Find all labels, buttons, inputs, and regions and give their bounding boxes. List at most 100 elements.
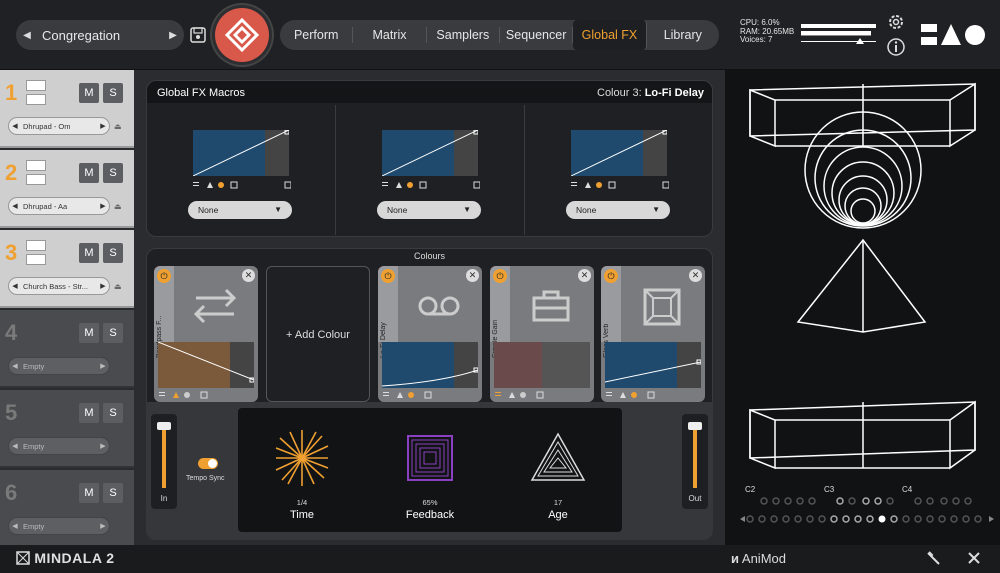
slot-2[interactable]: 2 M S ◀ Dhrupad - Aa ▶ ⏏ bbox=[0, 150, 134, 228]
mute-button[interactable]: M bbox=[79, 323, 99, 343]
app-brand: MINDALA 2 bbox=[16, 550, 115, 566]
power-icon[interactable]: ⏻ bbox=[157, 269, 171, 283]
macro-controls[interactable] bbox=[191, 180, 291, 190]
colour-card-simple-gain[interactable]: ⏻ Simple Gain ✕ bbox=[490, 266, 594, 402]
macro-curve-graph[interactable] bbox=[193, 130, 289, 176]
output-gain-slider[interactable]: Out bbox=[682, 414, 708, 509]
preset-prev-button[interactable]: ◀ bbox=[16, 30, 38, 41]
prev-sample-icon[interactable]: ◀ bbox=[9, 282, 21, 290]
eject-icon[interactable]: ⏏ bbox=[114, 282, 122, 291]
save-icon[interactable] bbox=[189, 25, 207, 45]
preset-next-button[interactable]: ▶ bbox=[162, 30, 184, 41]
macro-assign-dropdown[interactable]: None ▼ bbox=[377, 201, 481, 219]
info-icon[interactable] bbox=[886, 37, 906, 57]
macro-assign-dropdown[interactable]: None ▼ bbox=[566, 201, 670, 219]
colour-card-lofi-delay[interactable]: ⏻ Lo-Fi Delay ✕ bbox=[378, 266, 482, 402]
output-meter[interactable] bbox=[801, 24, 876, 46]
power-icon[interactable]: ⏻ bbox=[493, 269, 507, 283]
colour-curve-graph[interactable] bbox=[494, 342, 590, 388]
colour-card-bandpass[interactable]: ⏻ Bandpass F... ✕ bbox=[154, 266, 258, 402]
solo-button[interactable]: S bbox=[103, 323, 123, 343]
macro-assign-dropdown[interactable]: None ▼ bbox=[188, 201, 292, 219]
animod-brand[interactable]: ᴎ AniMod bbox=[731, 551, 786, 566]
solo-button[interactable]: S bbox=[103, 243, 123, 263]
next-sample-icon[interactable]: ▶ bbox=[97, 122, 109, 130]
mute-button[interactable]: M bbox=[79, 243, 99, 263]
sample-selector[interactable]: ◀ Dhrupad - Aa ▶ bbox=[8, 197, 110, 215]
colour-controls[interactable] bbox=[381, 390, 481, 400]
next-sample-icon[interactable]: ▶ bbox=[97, 442, 109, 450]
app-logo-button[interactable] bbox=[215, 8, 269, 62]
slot-6[interactable]: 6 M S ◀ Empty ▶ bbox=[0, 470, 134, 548]
colour-curve-graph[interactable] bbox=[158, 342, 254, 388]
slot-5[interactable]: 5 M S ◀ Empty ▶ bbox=[0, 390, 134, 468]
preset-selector[interactable]: ◀ Congregation ▶ bbox=[16, 20, 184, 50]
tab-samplers[interactable]: Samplers bbox=[427, 27, 500, 43]
animod-logo-icon: ᴎ bbox=[731, 551, 739, 566]
slot-1[interactable]: 1 M S ◀ Dhrupad - Om ▶ ⏏ bbox=[0, 70, 134, 148]
sample-selector[interactable]: ◀ Empty ▶ bbox=[8, 437, 110, 455]
prev-sample-icon[interactable]: ◀ bbox=[9, 122, 21, 130]
param-feedback[interactable]: 65% Feedback bbox=[366, 408, 494, 532]
solo-button[interactable]: S bbox=[103, 483, 123, 503]
slot-number: 1 bbox=[5, 80, 18, 105]
colour-curve-graph[interactable] bbox=[605, 342, 701, 388]
tools-icon[interactable] bbox=[966, 550, 982, 566]
eject-icon[interactable]: ⏏ bbox=[114, 122, 122, 131]
slider-knob[interactable] bbox=[157, 422, 171, 430]
slot-3[interactable]: 3 M S ◀ Church Bass - Str... ▶ ⏏ bbox=[0, 230, 134, 308]
prev-sample-icon[interactable]: ◀ bbox=[9, 362, 21, 370]
tab-matrix[interactable]: Matrix bbox=[353, 27, 427, 43]
wrench-icon[interactable] bbox=[926, 550, 942, 566]
wireframe-visualizer bbox=[749, 82, 976, 470]
colour-curve-graph[interactable] bbox=[382, 342, 478, 388]
sample-selector[interactable]: ◀ Empty ▶ bbox=[8, 357, 110, 375]
macro-curve-graph[interactable] bbox=[382, 130, 478, 176]
prev-sample-icon[interactable]: ◀ bbox=[9, 442, 21, 450]
slot-thumbnail bbox=[26, 240, 46, 265]
power-icon[interactable]: ⏻ bbox=[604, 269, 618, 283]
prev-sample-icon[interactable]: ◀ bbox=[9, 202, 21, 210]
slot-4[interactable]: 4 M S ◀ Empty ▶ bbox=[0, 310, 134, 388]
sample-selector[interactable]: ◀ Dhrupad - Om ▶ bbox=[8, 117, 110, 135]
next-sample-icon[interactable]: ▶ bbox=[97, 362, 109, 370]
macro-controls[interactable] bbox=[569, 180, 669, 190]
keyboard-indicator[interactable]: C2 C3 C4 bbox=[740, 485, 995, 530]
mute-button[interactable]: M bbox=[79, 83, 99, 103]
power-icon[interactable]: ⏻ bbox=[381, 269, 395, 283]
solo-button[interactable]: S bbox=[103, 163, 123, 183]
eject-icon[interactable]: ⏏ bbox=[114, 202, 122, 211]
tempo-sync-toggle[interactable] bbox=[198, 458, 218, 469]
param-time[interactable]: 1/4 Time bbox=[238, 408, 366, 532]
tab-perform[interactable]: Perform bbox=[280, 27, 354, 43]
mute-button[interactable]: M bbox=[79, 403, 99, 423]
sample-selector[interactable]: ◀ Empty ▶ bbox=[8, 517, 110, 535]
colour-controls[interactable] bbox=[493, 390, 593, 400]
param-age[interactable]: 17 Age bbox=[494, 408, 622, 532]
gear-icon[interactable] bbox=[886, 12, 906, 32]
tab-library[interactable]: Library bbox=[647, 27, 719, 43]
solo-button[interactable]: S bbox=[103, 403, 123, 423]
age-label: Age bbox=[548, 509, 568, 521]
mute-button[interactable]: M bbox=[79, 483, 99, 503]
colour-card-glass-verb[interactable]: ⏻ Glass Verb ✕ bbox=[601, 266, 705, 402]
diamond-logo-icon bbox=[224, 17, 260, 53]
macro-curve-graph[interactable] bbox=[571, 130, 667, 176]
colour-controls[interactable] bbox=[604, 390, 704, 400]
slider-knob[interactable] bbox=[688, 422, 702, 430]
colour-controls[interactable] bbox=[157, 390, 257, 400]
tab-sequencer[interactable]: Sequencer bbox=[500, 27, 574, 43]
sample-selector[interactable]: ◀ Church Bass - Str... ▶ bbox=[8, 277, 110, 295]
tunnel-icon bbox=[407, 435, 453, 481]
tab-global-fx[interactable]: Global FX bbox=[573, 20, 647, 50]
add-colour-button[interactable]: + Add Colour bbox=[266, 266, 370, 402]
macro-controls[interactable] bbox=[380, 180, 480, 190]
next-sample-icon[interactable]: ▶ bbox=[97, 522, 109, 530]
solo-button[interactable]: S bbox=[103, 83, 123, 103]
mute-button[interactable]: M bbox=[79, 163, 99, 183]
next-sample-icon[interactable]: ▶ bbox=[97, 282, 109, 290]
next-sample-icon[interactable]: ▶ bbox=[97, 202, 109, 210]
input-gain-slider[interactable]: In bbox=[151, 414, 177, 509]
prev-sample-icon[interactable]: ◀ bbox=[9, 522, 21, 530]
sampler-slots: 1 M S ◀ Dhrupad - Om ▶ ⏏ 2 M S ◀ Dhrupad - … bbox=[0, 70, 134, 548]
